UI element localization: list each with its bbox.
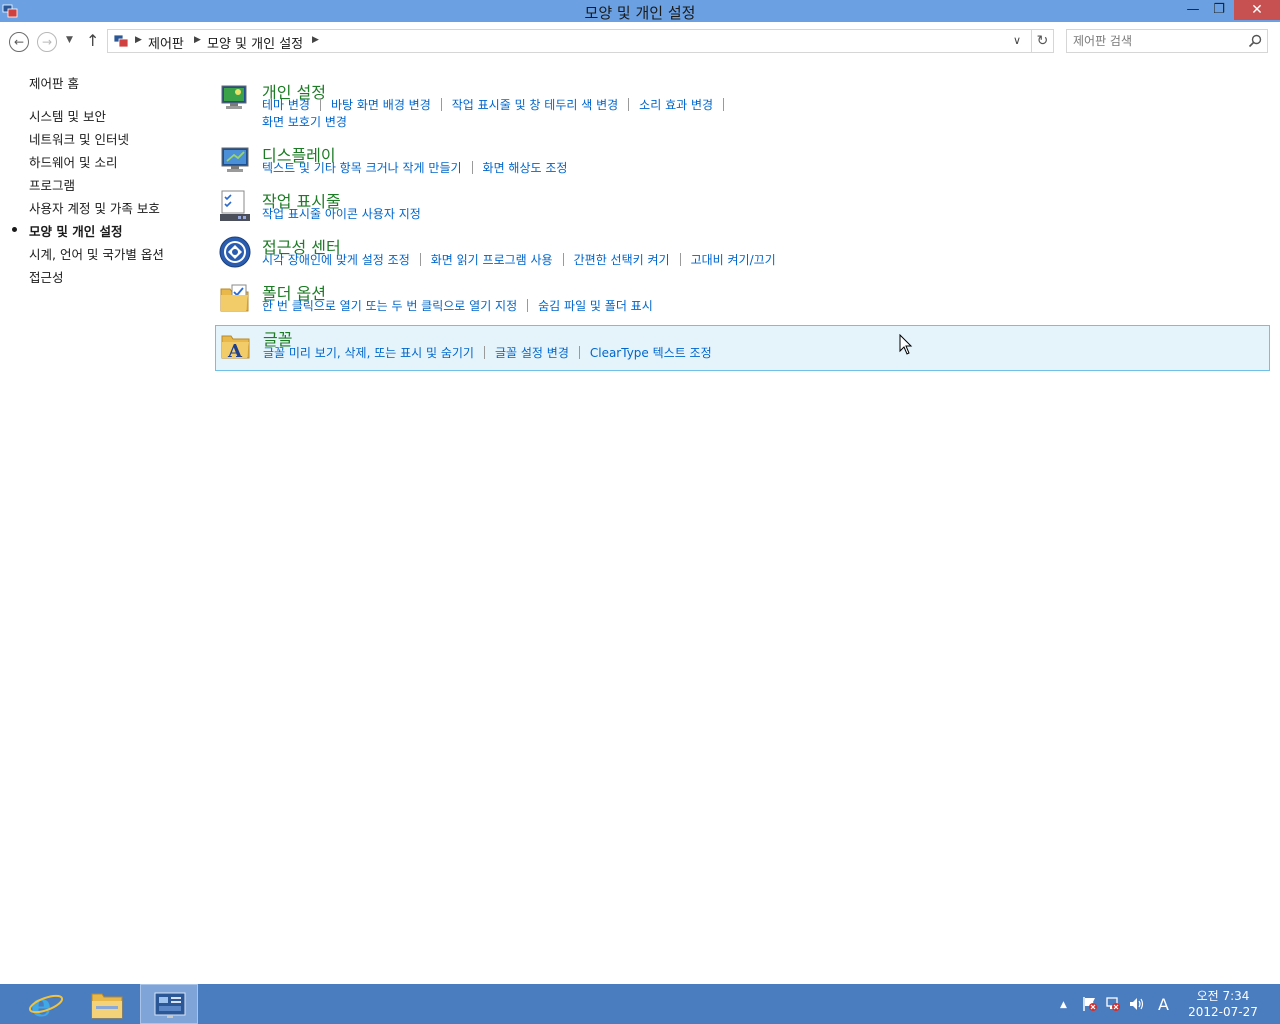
internet-explorer-icon: e — [28, 986, 64, 1024]
address-bar[interactable]: ▶ 제어판 ▶ 모양 및 개인 설정 ▶ ∨ ↻ — [107, 29, 1054, 53]
fonts-icon[interactable]: A — [219, 328, 253, 362]
sidebar-item-user-accounts[interactable]: 사용자 계정 및 가족 보호 — [29, 198, 160, 217]
category-links: 시각 장애인에 맞게 설정 조정 화면 읽기 프로그램 사용 간편한 선택키 켜기 고… — [262, 252, 902, 269]
forward-button[interactable]: → — [37, 32, 57, 52]
category-folder-options: 폴더 옵션 한 번 클릭으로 열기 또는 두 번 클릭으로 열기 지정 숨김 파일… — [215, 279, 1270, 323]
link-screen-resolution[interactable]: 화면 해상도 조정 — [483, 161, 568, 175]
link-change-desktop-background[interactable]: 바탕 화면 배경 변경 — [331, 98, 431, 112]
current-item-bullet — [12, 227, 17, 232]
control-panel-location-icon — [113, 34, 129, 48]
control-panel-icon — [154, 992, 186, 1018]
link-show-hidden-files[interactable]: 숨김 파일 및 폴더 표시 — [538, 299, 653, 313]
link-change-font-settings[interactable]: 글꼴 설정 변경 — [495, 346, 569, 360]
link-use-screen-reader[interactable]: 화면 읽기 프로그램 사용 — [431, 253, 553, 267]
close-button[interactable]: ✕ — [1234, 0, 1280, 20]
link-adjust-cleartype[interactable]: ClearType 텍스트 조정 — [590, 346, 712, 360]
breadcrumb-separator-icon[interactable]: ▶ — [312, 35, 319, 45]
taskbar-internet-explorer[interactable]: e — [16, 984, 74, 1024]
taskbar-file-explorer[interactable] — [78, 984, 136, 1024]
link-high-contrast[interactable]: 고대비 켜기/끄기 — [691, 253, 776, 267]
maximize-button[interactable]: ❐ — [1206, 0, 1232, 20]
clock-date: 2012-07-27 — [1188, 1005, 1258, 1019]
sidebar-item-control-panel-home[interactable]: 제어판 홈 — [29, 73, 79, 92]
category-display: 디스플레이 텍스트 및 기타 항목 크거나 작게 만들기 화면 해상도 조정 — [215, 141, 1270, 185]
taskbar: e ▲ A 오전 7:34 2012-07-27 — [0, 984, 1280, 1024]
link-preview-delete-fonts[interactable]: 글꼴 미리 보기, 삭제, 또는 표시 및 숨기기 — [263, 346, 474, 360]
breadcrumb-separator-icon[interactable]: ▶ — [135, 35, 142, 45]
category-fonts[interactable]: A 글꼴 글꼴 미리 보기, 삭제, 또는 표시 및 숨기기 글꼴 설정 변경 Cl… — [215, 325, 1270, 371]
breadcrumb-separator-icon[interactable]: ▶ — [194, 35, 201, 45]
recent-locations-button[interactable]: ▼ — [66, 35, 73, 45]
link-change-screen-saver[interactable]: 화면 보호기 변경 — [262, 115, 347, 129]
svg-text:A: A — [227, 341, 243, 362]
search-icon[interactable] — [1247, 33, 1263, 49]
display-icon[interactable] — [218, 143, 252, 177]
category-taskbar: 작업 표시줄 작업 표시줄 아이콘 사용자 지정 — [215, 187, 1270, 231]
link-change-theme[interactable]: 테마 변경 — [262, 98, 310, 112]
link-turn-on-easy-access-keys[interactable]: 간편한 선택키 켜기 — [574, 253, 670, 267]
link-text-size[interactable]: 텍스트 및 기타 항목 크거나 작게 만들기 — [262, 161, 462, 175]
category-links: 한 번 클릭으로 열기 또는 두 번 클릭으로 열기 지정 숨김 파일 및 폴더 … — [262, 298, 902, 315]
window-title: 모양 및 개인 설정 — [584, 4, 696, 22]
category-links: 텍스트 및 기타 항목 크거나 작게 만들기 화면 해상도 조정 — [262, 160, 822, 177]
title-bar[interactable]: 모양 및 개인 설정 — ❐ ✕ — [0, 0, 1280, 22]
minimize-button[interactable]: — — [1180, 0, 1206, 20]
category-links: 글꼴 미리 보기, 삭제, 또는 표시 및 숨기기 글꼴 설정 변경 ClearTy… — [263, 345, 903, 362]
link-customize-taskbar-icons[interactable]: 작업 표시줄 아이콘 사용자 지정 — [262, 207, 421, 221]
taskbar-icon[interactable] — [218, 189, 252, 223]
sidebar-item-hardware-sound[interactable]: 하드웨어 및 소리 — [29, 152, 117, 171]
category-links: 테마 변경 바탕 화면 배경 변경 작업 표시줄 및 창 테두리 색 변경 소리 효과… — [262, 97, 792, 131]
sidebar-item-appearance: 모양 및 개인 설정 — [29, 224, 123, 239]
search-box[interactable] — [1066, 29, 1268, 53]
sidebar-item-programs[interactable]: 프로그램 — [29, 175, 75, 194]
volume-icon[interactable] — [1128, 996, 1146, 1012]
up-button[interactable]: ↑ — [86, 31, 99, 50]
show-hidden-icons-chevron[interactable]: ▲ — [1060, 1000, 1067, 1010]
sidebar-item-ease-of-access[interactable]: 접근성 — [29, 267, 64, 286]
personalization-icon[interactable] — [218, 80, 252, 114]
sidebar-item-system-security[interactable]: 시스템 및 보안 — [29, 106, 106, 125]
ease-of-access-icon[interactable] — [218, 235, 252, 269]
back-button[interactable]: ← — [9, 32, 29, 52]
system-clock[interactable]: 오전 7:34 2012-07-27 — [1180, 988, 1266, 1020]
folder-options-icon[interactable] — [218, 281, 252, 315]
category-personalization: 개인 설정 테마 변경 바탕 화면 배경 변경 작업 표시줄 및 창 테두리 색 변… — [215, 78, 1270, 138]
taskbar-control-panel[interactable] — [140, 984, 198, 1024]
address-dropdown-icon[interactable]: ∨ — [1013, 34, 1021, 47]
sidebar-item-network-internet[interactable]: 네트워크 및 인터넷 — [29, 129, 129, 148]
refresh-button[interactable]: ↻ — [1031, 30, 1053, 52]
category-ease-of-access: 접근성 센터 시각 장애인에 맞게 설정 조정 화면 읽기 프로그램 사용 간편한 … — [215, 233, 1270, 277]
mouse-cursor-icon — [899, 334, 913, 355]
link-optimize-visual-display[interactable]: 시각 장애인에 맞게 설정 조정 — [262, 253, 410, 267]
navigation-bar: ← → ▼ ↑ ▶ 제어판 ▶ 모양 및 개인 설정 ▶ ∨ ↻ — [0, 22, 1280, 60]
network-disconnected-icon[interactable] — [1105, 996, 1121, 1012]
sidebar-item-clock-language-region[interactable]: 시계, 언어 및 국가별 옵션 — [29, 244, 164, 263]
link-single-double-click[interactable]: 한 번 클릭으로 열기 또는 두 번 클릭으로 열기 지정 — [262, 299, 517, 313]
file-explorer-icon — [91, 993, 123, 1019]
svg-text:e: e — [31, 986, 51, 1024]
category-links: 작업 표시줄 아이콘 사용자 지정 — [262, 206, 822, 223]
action-center-flag-icon[interactable] — [1082, 996, 1098, 1012]
search-input[interactable] — [1073, 32, 1243, 50]
clock-time: 오전 7:34 — [1196, 989, 1250, 1003]
breadcrumb-appearance[interactable]: 모양 및 개인 설정 — [207, 33, 303, 52]
breadcrumb-control-panel[interactable]: 제어판 — [148, 33, 184, 52]
input-method-indicator[interactable]: A — [1158, 995, 1169, 1014]
link-change-taskbar-color[interactable]: 작업 표시줄 및 창 테두리 색 변경 — [452, 98, 618, 112]
link-change-sound-effects[interactable]: 소리 효과 변경 — [639, 98, 713, 112]
